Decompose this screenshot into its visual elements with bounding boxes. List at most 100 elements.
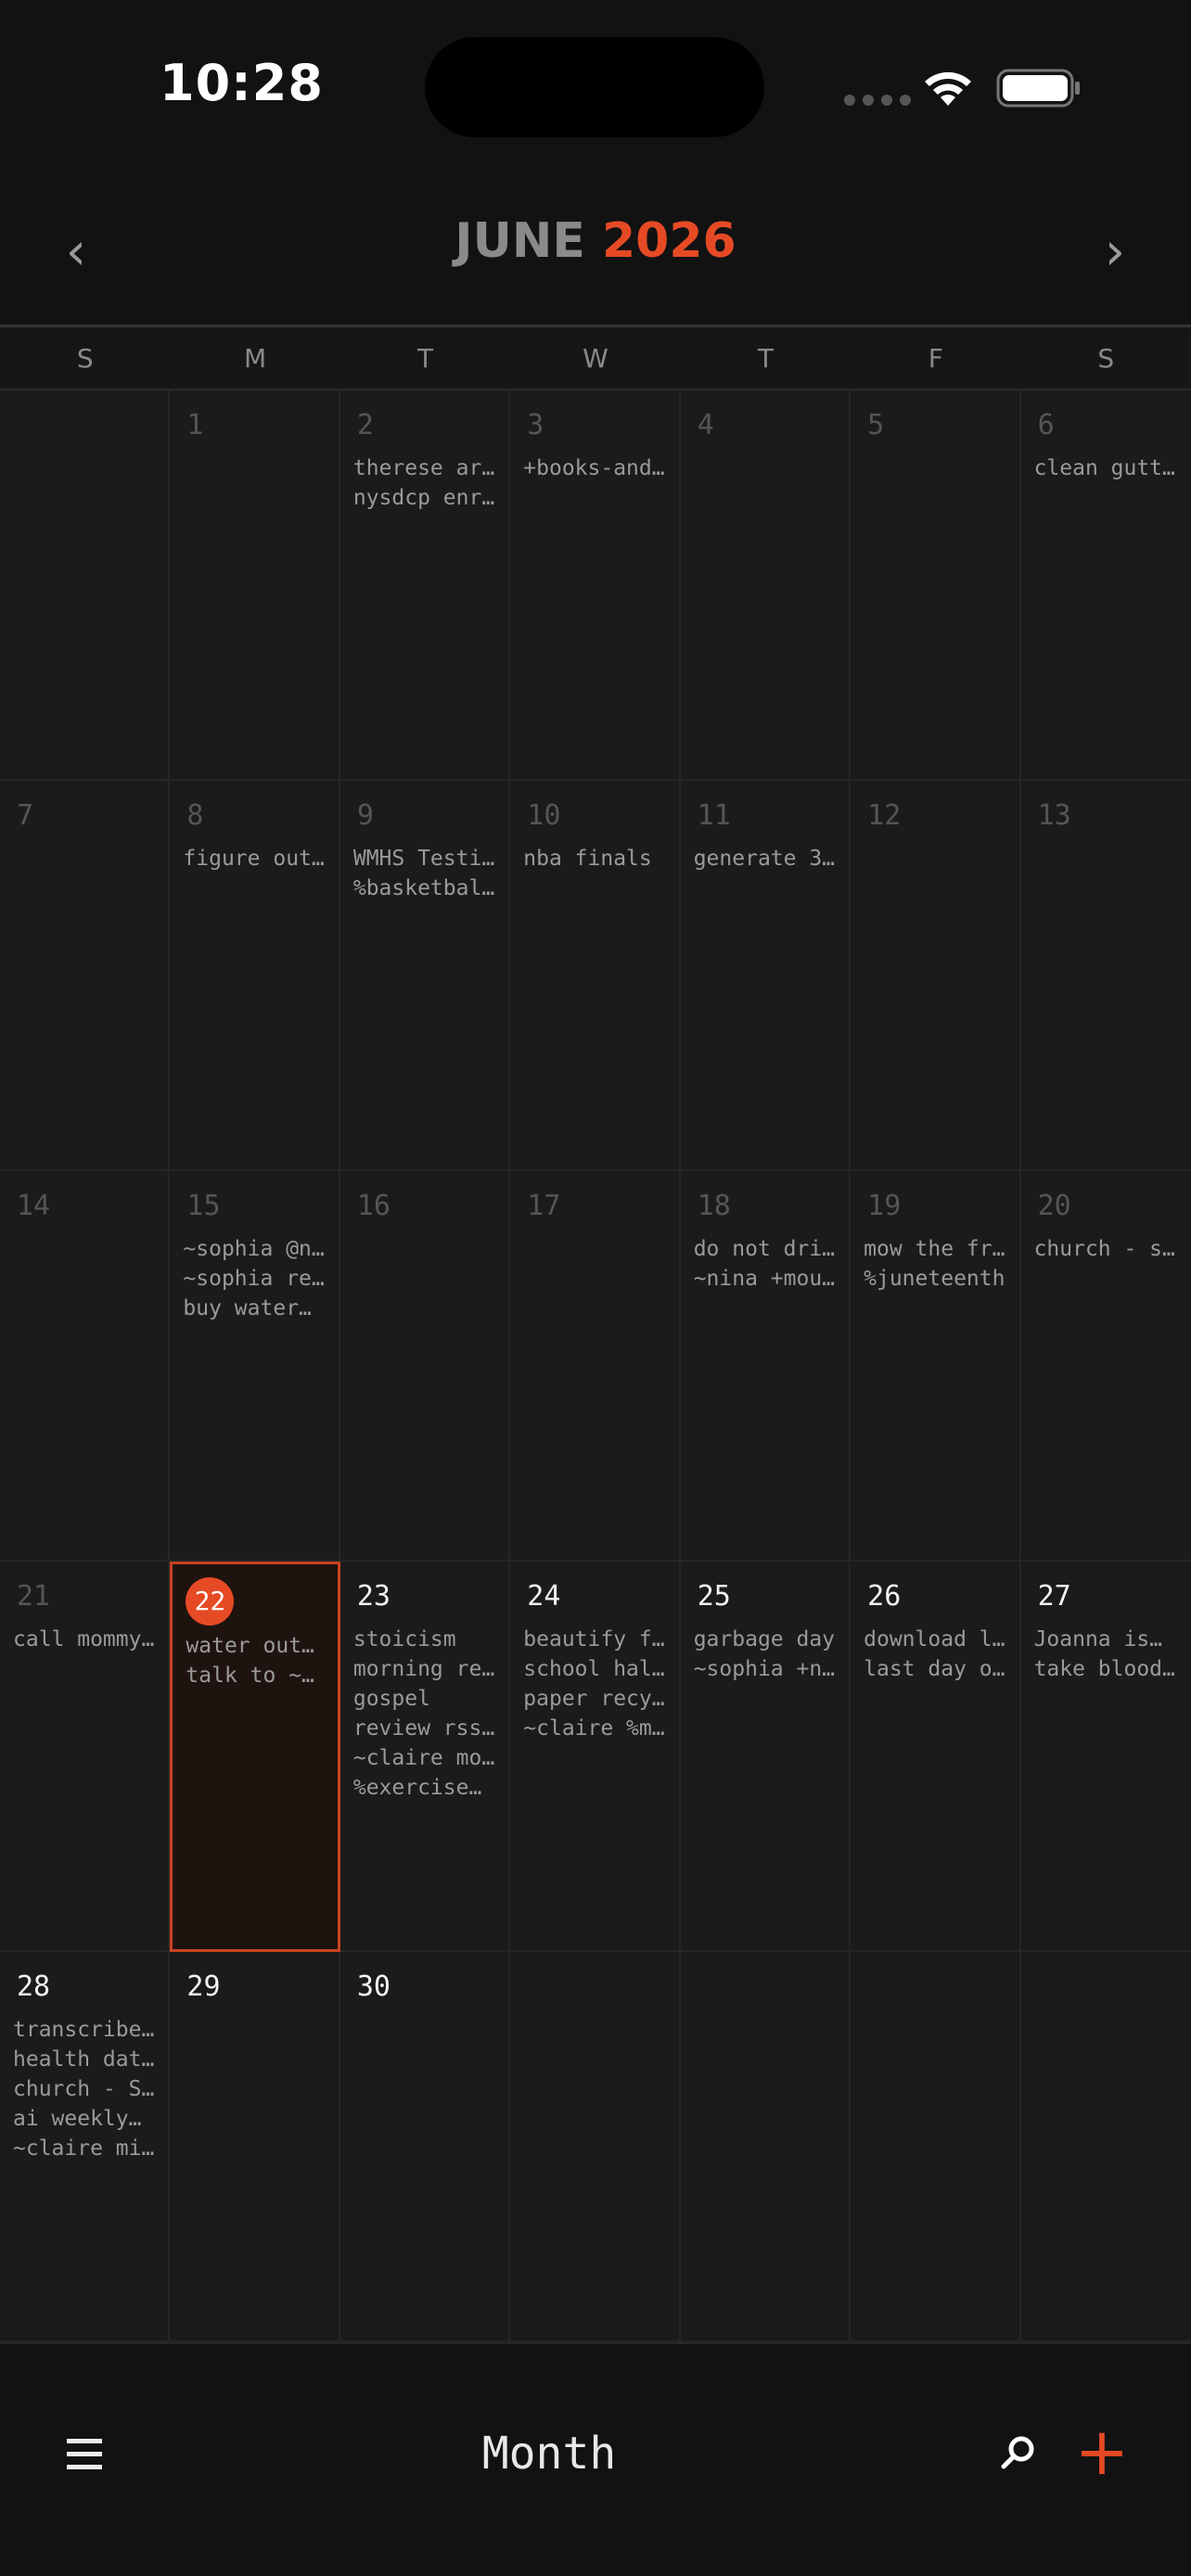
- event-item[interactable]: garbage day: [694, 1625, 838, 1654]
- calendar-day-cell[interactable]: 24 beautify f… school hal… paper recy… ~clai…: [510, 1562, 681, 1952]
- event-item[interactable]: mow the fr…: [864, 1234, 1007, 1264]
- event-item[interactable]: %juneteenth: [864, 1264, 1007, 1294]
- view-mode-label[interactable]: Month: [0, 2428, 1098, 2480]
- event-item[interactable]: health dat…: [13, 2045, 157, 2074]
- calendar-day-cell[interactable]: 8 figure out…: [170, 781, 340, 1171]
- day-number: 20: [1037, 1190, 1071, 1222]
- calendar-day-cell[interactable]: 23 stoicism morning re… gospel review rss… ~c…: [339, 1562, 511, 1952]
- event-item[interactable]: church - S…: [13, 2074, 157, 2104]
- day-number: 23: [356, 1580, 391, 1613]
- event-item[interactable]: call mommy…: [13, 1625, 157, 1654]
- event-item[interactable]: generate 3…: [694, 844, 838, 874]
- event-item[interactable]: WMHS Testi…: [353, 844, 497, 874]
- event-item[interactable]: ~sophia +n…: [694, 1654, 838, 1684]
- event-item[interactable]: ai weekly…: [13, 2104, 157, 2134]
- event-item[interactable]: Joanna is…: [1034, 1625, 1180, 1654]
- event-item[interactable]: %basketbal…: [353, 874, 497, 903]
- calendar-day-today[interactable]: 22 water outd… talk to ~s…: [170, 1562, 340, 1952]
- event-item[interactable]: figure out…: [183, 844, 327, 874]
- event-item[interactable]: nba finals: [523, 844, 667, 874]
- dynamic-island: [425, 37, 764, 137]
- add-event-button[interactable]: +: [1074, 2415, 1130, 2489]
- event-item[interactable]: therese ar…: [353, 453, 497, 483]
- event-item[interactable]: stoicism: [353, 1625, 497, 1654]
- day-number: 4: [697, 409, 714, 441]
- calendar-empty-cell: [1020, 1952, 1191, 2342]
- calendar-day-cell[interactable]: 16: [339, 1171, 511, 1562]
- event-item[interactable]: ~claire %m…: [523, 1714, 667, 1743]
- day-number: 27: [1037, 1580, 1071, 1613]
- weekday-label: S: [1097, 343, 1115, 374]
- event-item[interactable]: download l…: [864, 1625, 1007, 1654]
- event-item[interactable]: ~sophia @n…: [183, 1234, 327, 1264]
- day-number: 15: [186, 1190, 221, 1222]
- calendar-day-cell[interactable]: 18 do not dri… ~nina +mou…: [680, 1171, 852, 1562]
- calendar-day-cell[interactable]: 19 mow the fr… %juneteenth: [851, 1171, 1021, 1562]
- weekday-label: M: [244, 343, 267, 374]
- next-month-button[interactable]: ›: [1078, 215, 1152, 289]
- event-item[interactable]: water outd…: [186, 1631, 326, 1661]
- calendar-day-cell[interactable]: 30: [339, 1952, 511, 2342]
- event-item[interactable]: buy water…: [183, 1294, 327, 1323]
- event-item[interactable]: paper recy…: [523, 1684, 667, 1714]
- event-item[interactable]: +books-and…: [523, 453, 667, 483]
- calendar-empty-cell: [510, 1952, 681, 2342]
- battery-icon: [996, 69, 1080, 108]
- calendar-day-cell[interactable]: 11 generate 3…: [680, 781, 852, 1171]
- calendar-day-cell[interactable]: 13: [1020, 781, 1191, 1171]
- calendar-day-cell[interactable]: 1: [170, 390, 340, 781]
- calendar-day-cell[interactable]: 25 garbage day ~sophia +n…: [680, 1562, 852, 1952]
- calendar-day-cell[interactable]: 9 WMHS Testi… %basketbal…: [339, 781, 511, 1171]
- event-item[interactable]: %exercise…: [353, 1773, 497, 1803]
- event-item[interactable]: ~nina +mou…: [694, 1264, 838, 1294]
- event-item[interactable]: church - s…: [1034, 1234, 1180, 1264]
- calendar-day-cell[interactable]: 15 ~sophia @n… ~sophia re… buy water…: [170, 1171, 340, 1562]
- calendar-day-cell[interactable]: 2 therese ar… nysdcp enr…: [339, 390, 511, 781]
- calendar-day-cell[interactable]: 17: [510, 1171, 681, 1562]
- event-item[interactable]: ~claire mi…: [13, 2134, 157, 2163]
- weekday-label: W: [583, 343, 608, 374]
- calendar-day-cell[interactable]: 10 nba finals: [510, 781, 681, 1171]
- day-number: 14: [17, 1190, 51, 1222]
- event-item[interactable]: gospel: [353, 1684, 497, 1714]
- calendar-day-cell[interactable]: 4: [680, 390, 852, 781]
- status-time: 10:28: [160, 54, 324, 112]
- day-number: 26: [867, 1580, 902, 1613]
- calendar-day-cell[interactable]: 27 Joanna is… take blood…: [1020, 1562, 1191, 1952]
- event-item[interactable]: take blood…: [1034, 1654, 1180, 1684]
- day-number: 18: [697, 1190, 731, 1222]
- event-item[interactable]: beautify f…: [523, 1625, 667, 1654]
- year-label: 2026: [602, 213, 736, 269]
- calendar-day-cell[interactable]: 6 clean gutt…: [1020, 390, 1191, 781]
- event-item[interactable]: transcribe…: [13, 2015, 157, 2045]
- calendar-day-cell[interactable]: 14: [0, 1171, 171, 1562]
- calendar-day-cell[interactable]: 20 church - s…: [1020, 1171, 1191, 1562]
- calendar-day-cell[interactable]: 29: [170, 1952, 340, 2342]
- calendar-empty-cell: [680, 1952, 852, 2342]
- calendar-day-cell[interactable]: 26 download l… last day o…: [851, 1562, 1021, 1952]
- event-item[interactable]: ~claire mo…: [353, 1743, 497, 1773]
- event-item[interactable]: last day o…: [864, 1654, 1007, 1684]
- day-number: 2: [356, 409, 374, 441]
- event-item[interactable]: morning re…: [353, 1654, 497, 1684]
- day-number: 8: [186, 799, 204, 832]
- event-item[interactable]: school hal…: [523, 1654, 667, 1684]
- event-item[interactable]: talk to ~s…: [186, 1661, 326, 1690]
- event-item[interactable]: clean gutt…: [1034, 453, 1180, 483]
- month-grid: 1 2 therese ar… nysdcp enr… 3 +books-and… 4 5 6 c…: [0, 390, 1191, 2342]
- event-item[interactable]: ~sophia re…: [183, 1264, 327, 1294]
- event-item[interactable]: review rss…: [353, 1714, 497, 1743]
- calendar-day-cell[interactable]: 21 call mommy…: [0, 1562, 171, 1952]
- month-name: JUNE: [455, 213, 585, 269]
- weekday-row: S M T W T F S: [0, 327, 1191, 390]
- calendar-day-cell[interactable]: 5: [851, 390, 1021, 781]
- day-number: 24: [527, 1580, 561, 1613]
- calendar-day-cell[interactable]: 3 +books-and…: [510, 390, 681, 781]
- event-item[interactable]: do not dri…: [694, 1234, 838, 1264]
- calendar-day-cell[interactable]: 12: [851, 781, 1021, 1171]
- event-item[interactable]: nysdcp enr…: [353, 483, 497, 513]
- weekday-label: T: [757, 343, 774, 374]
- calendar-day-cell[interactable]: 7: [0, 781, 171, 1171]
- search-icon[interactable]: [992, 2428, 1044, 2480]
- calendar-day-cell[interactable]: 28 transcribe… health dat… church - S… ai we…: [0, 1952, 171, 2342]
